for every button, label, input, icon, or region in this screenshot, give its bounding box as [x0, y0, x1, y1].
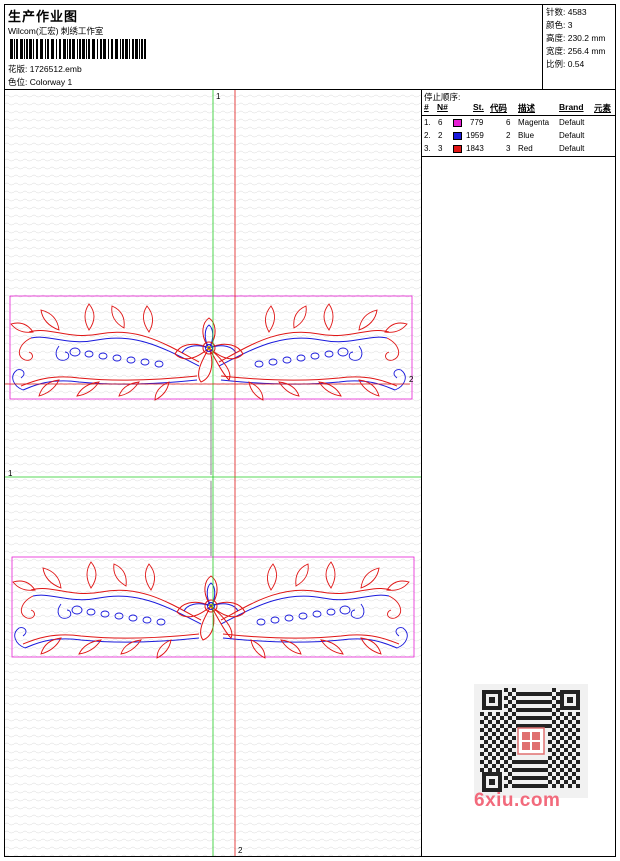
col-code: 代码 — [490, 103, 508, 113]
row-stitches: 779 — [470, 118, 484, 127]
axis-label-red-bottom: 2 — [238, 846, 243, 855]
col-num: # — [424, 102, 429, 112]
row-code: 6 — [506, 118, 511, 127]
production-worksheet: 生产作业图 Wilcom(汇宏) 刺绣工作室 花版: 1726512.emb 色… — [0, 0, 620, 861]
stats-box: 针数: 4583 颜色: 3 高度: 230.2 mm 宽度: 256.4 mm… — [542, 5, 616, 89]
row-brand: Default — [559, 144, 585, 153]
row-code: 3 — [506, 144, 511, 153]
row-needle: 3 — [438, 144, 443, 153]
stitch-count: 针数: 4583 — [546, 7, 587, 17]
color-swatch-red — [453, 145, 462, 153]
header: 生产作业图 Wilcom(汇宏) 刺绣工作室 花版: 1726512.emb 色… — [5, 5, 615, 90]
embroidery-preview — [5, 90, 421, 856]
table-divider — [422, 156, 615, 157]
colorway-label: 色位: Colorway 1 — [8, 77, 73, 87]
design-canvas[interactable]: 1 1 2 2 — [5, 90, 422, 856]
col-element: 元素 — [594, 103, 612, 113]
row-needle: 2 — [438, 131, 443, 140]
col-desc: 描述 — [518, 103, 536, 113]
qr-code-icon — [474, 684, 588, 798]
design-scale: 比例: 0.54 — [546, 59, 585, 69]
row-num: 3. — [424, 144, 431, 153]
color-count: 颜色: 3 — [546, 20, 573, 30]
axis-label-green-left: 1 — [8, 469, 13, 478]
stop-row[interactable]: 1. 6 779 6 Magenta Default — [422, 117, 615, 130]
barcode-icon — [10, 39, 146, 59]
axis-label-red-right: 2 — [409, 375, 414, 384]
row-num: 2. — [424, 131, 431, 140]
row-stitches: 1843 — [466, 144, 484, 153]
row-code: 2 — [506, 131, 511, 140]
row-desc: Magenta — [518, 118, 550, 127]
col-stitches: St. — [473, 102, 484, 112]
stop-row[interactable]: 3. 3 1843 3 Red Default — [422, 143, 615, 156]
row-num: 1. — [424, 118, 431, 127]
row-stitches: 1959 — [466, 131, 484, 140]
worksheet-frame: 生产作业图 Wilcom(汇宏) 刺绣工作室 花版: 1726512.emb 色… — [4, 4, 616, 857]
page-subtitle: Wilcom(汇宏) 刺绣工作室 — [8, 26, 104, 36]
row-desc: Red — [518, 144, 533, 153]
stop-sequence-panel: 停止顺序: # N# St. 代码 描述 Brand 元素 1. 6 779 6… — [422, 90, 615, 856]
color-swatch-magenta — [453, 119, 462, 127]
watermark-text: 6xiu.com — [474, 790, 561, 811]
design-width: 宽度: 256.4 mm — [546, 46, 606, 56]
row-needle: 6 — [438, 118, 443, 127]
color-swatch-blue — [453, 132, 462, 140]
stop-sequence-header: # N# St. 代码 描述 Brand 元素 — [422, 101, 615, 116]
col-brand: Brand — [559, 102, 584, 112]
page-title: 生产作业图 — [8, 9, 79, 24]
stop-row[interactable]: 2. 2 1959 2 Blue Default — [422, 130, 615, 143]
row-brand: Default — [559, 131, 585, 140]
design-file-label: 花版: 1726512.emb — [8, 64, 82, 74]
design-height: 高度: 230.2 mm — [546, 33, 606, 43]
axis-label-green-top: 1 — [216, 92, 221, 101]
row-desc: Blue — [518, 131, 535, 140]
col-needle: N# — [437, 102, 448, 112]
row-brand: Default — [559, 118, 585, 127]
